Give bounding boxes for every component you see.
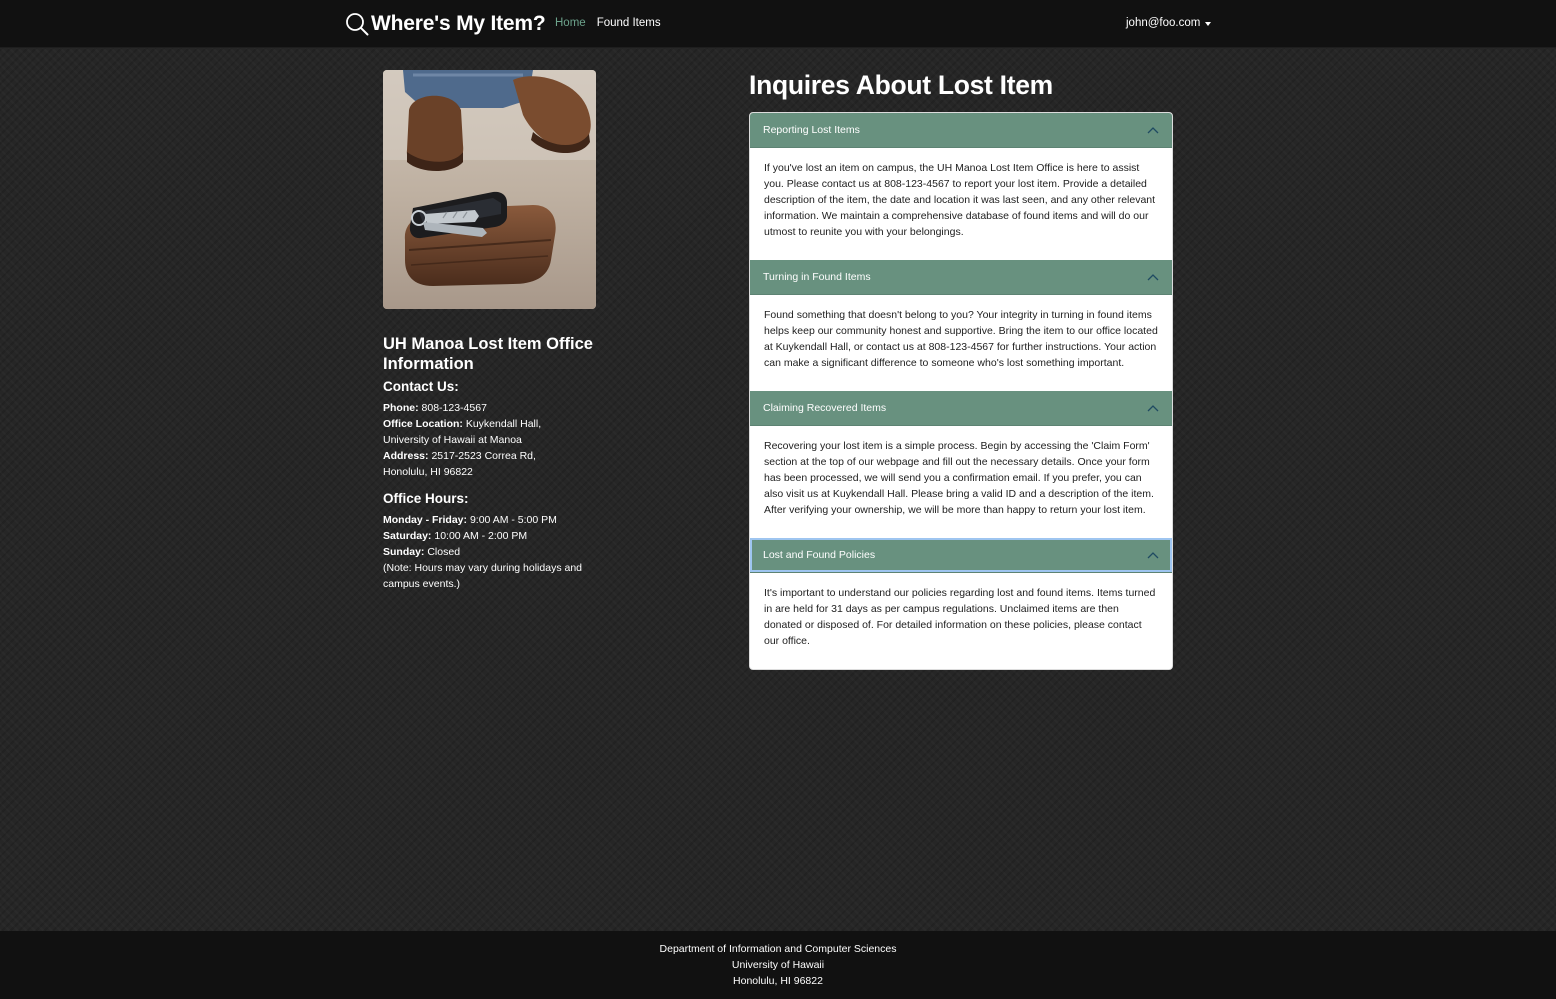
- brand-link[interactable]: Where's My Item?: [345, 10, 546, 38]
- footer-university: University of Hawaii: [731, 959, 825, 971]
- search-icon: [345, 12, 369, 36]
- brand-name: Where's My Item?: [371, 12, 546, 35]
- accordion-header-claiming[interactable]: Claiming Recovered Items: [750, 391, 1172, 426]
- user-dropdown[interactable]: john@foo.com: [1126, 17, 1212, 29]
- footer-department: Department of Information and Computer S…: [659, 943, 897, 955]
- chevron-up-icon: [1147, 405, 1159, 412]
- address-line: Address: 2517-2523 Correa Rd, Honolulu, …: [383, 448, 583, 480]
- page-title: Inquires About Lost Item: [749, 70, 1053, 100]
- location-line: Office Location: Kuykendall Hall, Univer…: [383, 416, 583, 448]
- accordion-body: If you've lost an item on campus, the UH…: [750, 148, 1172, 260]
- contact-info: Phone: 808-123-4567 Office Location: Kuy…: [383, 400, 583, 480]
- nav-links: Home Found Items: [555, 17, 661, 29]
- caret-down-icon: [1205, 21, 1212, 26]
- accordion-title: Lost and Found Policies: [763, 549, 876, 561]
- accordion-item: Claiming Recovered Items Recovering your…: [750, 391, 1172, 538]
- chevron-up-icon: [1147, 552, 1159, 559]
- inquiries-accordion: Reporting Lost Items If you've lost an i…: [749, 112, 1173, 670]
- accordion-body: It's important to understand our policie…: [750, 573, 1172, 669]
- sunday-hours: Sunday: Closed: [383, 544, 583, 560]
- nav-found-items-link[interactable]: Found Items: [597, 17, 661, 29]
- footer: Department of Information and Computer S…: [0, 931, 1556, 999]
- saturday-value: 10:00 AM - 2:00 PM: [434, 530, 528, 542]
- accordion-title: Turning in Found Items: [763, 271, 871, 283]
- accordion-item: Reporting Lost Items If you've lost an i…: [750, 113, 1172, 260]
- nav-home-link[interactable]: Home: [555, 17, 586, 29]
- accordion-header-reporting[interactable]: Reporting Lost Items: [750, 113, 1172, 148]
- weekday-label: Monday - Friday:: [383, 514, 468, 526]
- contact-heading: Contact Us:: [383, 379, 459, 394]
- phone-value: 808-123-4567: [421, 402, 487, 414]
- weekday-value: 9:00 AM - 5:00 PM: [469, 514, 557, 526]
- lost-item-photo: [383, 70, 596, 309]
- office-hours: Monday - Friday: 9:00 AM - 5:00 PM Satur…: [383, 512, 583, 592]
- phone-line: Phone: 808-123-4567: [383, 400, 583, 416]
- accordion-body: Recovering your lost item is a simple pr…: [750, 426, 1172, 538]
- accordion-header-turning-in[interactable]: Turning in Found Items: [750, 260, 1172, 295]
- address-label: Address:: [383, 450, 429, 462]
- location-label: Office Location:: [383, 418, 463, 430]
- chevron-up-icon: [1147, 274, 1159, 281]
- sunday-label: Sunday:: [383, 546, 425, 558]
- user-email: john@foo.com: [1126, 17, 1201, 29]
- accordion-item: Turning in Found Items Found something t…: [750, 260, 1172, 391]
- navbar: Where's My Item? Home Found Items john@f…: [0, 0, 1556, 48]
- accordion-title: Claiming Recovered Items: [763, 402, 887, 414]
- sunday-value: Closed: [427, 546, 461, 558]
- accordion-title: Reporting Lost Items: [763, 124, 860, 136]
- accordion-item: Lost and Found Policies It's important t…: [750, 538, 1172, 669]
- phone-label: Phone:: [383, 402, 419, 414]
- accordion-header-policies[interactable]: Lost and Found Policies: [750, 538, 1172, 573]
- office-info-title: UH Manoa Lost Item Office Information: [383, 335, 593, 373]
- saturday-label: Saturday:: [383, 530, 432, 542]
- accordion-body: Found something that doesn't belong to y…: [750, 295, 1172, 391]
- chevron-up-icon: [1147, 127, 1159, 134]
- footer-city: Honolulu, HI 96822: [733, 975, 823, 987]
- saturday-hours: Saturday: 10:00 AM - 2:00 PM: [383, 528, 583, 544]
- hours-note: (Note: Hours may vary during holidays an…: [383, 562, 583, 590]
- office-hours-heading: Office Hours:: [383, 491, 469, 506]
- weekday-hours: Monday - Friday: 9:00 AM - 5:00 PM: [383, 512, 583, 528]
